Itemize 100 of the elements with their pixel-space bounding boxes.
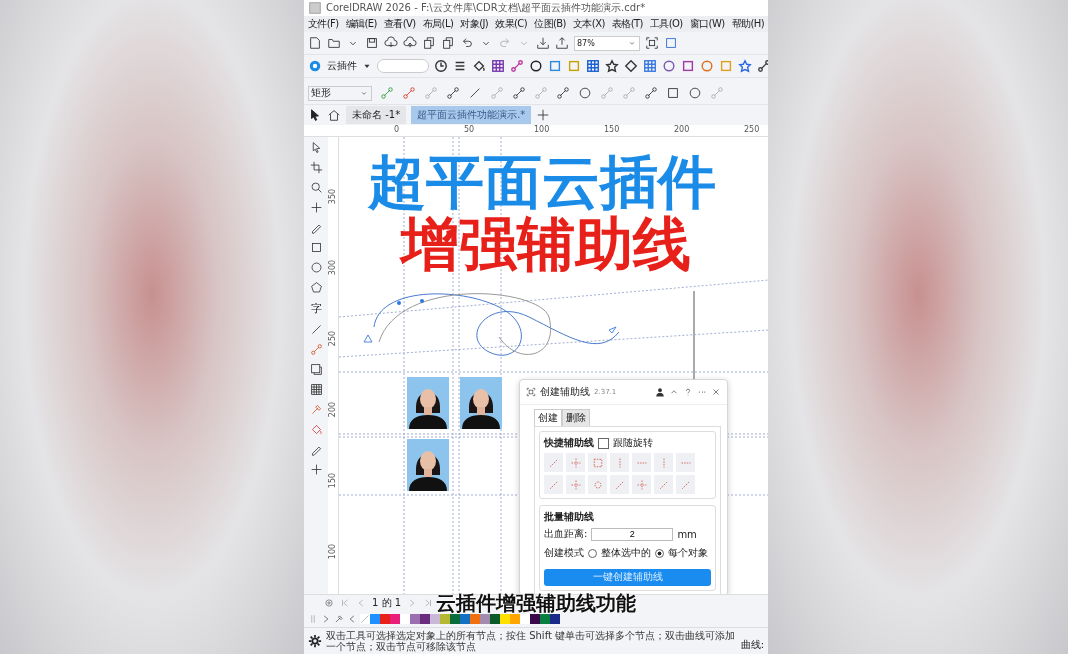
node-icon[interactable] [556, 86, 570, 100]
copy-icon[interactable] [422, 36, 436, 50]
node-icon[interactable] [534, 86, 548, 100]
redo-icon[interactable] [498, 36, 512, 50]
menu-item[interactable]: 对象(J) [460, 17, 489, 31]
plugin-menu[interactable]: 云插件 [327, 59, 357, 73]
eyedropper-icon[interactable] [334, 614, 344, 624]
color-swatch[interactable] [440, 614, 450, 624]
menu-item[interactable]: 窗口(W) [689, 17, 725, 31]
node-icon[interactable] [490, 86, 504, 100]
close-icon[interactable] [711, 387, 721, 397]
ellipse-icon[interactable] [309, 261, 323, 274]
menu-item[interactable]: 位图(B) [534, 17, 566, 31]
color-swatch[interactable] [390, 614, 400, 624]
list-icon[interactable] [453, 59, 467, 73]
cloud-download-icon[interactable] [384, 36, 398, 50]
color-swatch[interactable] [400, 614, 410, 624]
circle-icon[interactable] [529, 59, 543, 73]
line-icon[interactable] [468, 86, 482, 100]
fullscreen-icon[interactable] [645, 36, 659, 50]
node-icon[interactable] [512, 86, 526, 100]
bleed-input[interactable]: 2 [591, 527, 674, 541]
shadow-icon[interactable] [309, 363, 323, 376]
square-icon[interactable] [666, 86, 680, 100]
color-swatch[interactable] [380, 614, 390, 624]
cloud-upload-icon[interactable] [403, 36, 417, 50]
color-swatch[interactable] [410, 614, 420, 624]
panel-icon[interactable] [664, 36, 678, 50]
new-document-icon[interactable] [308, 36, 322, 50]
document-tab[interactable]: 超平面云插件功能演示.* [411, 106, 532, 124]
eyedropper-icon[interactable] [309, 403, 323, 416]
zoom-dropdown[interactable]: 87% [574, 35, 640, 51]
diamond-icon[interactable] [624, 59, 638, 73]
node-icon[interactable] [380, 86, 394, 100]
star-icon[interactable] [605, 59, 619, 73]
star-icon[interactable] [738, 59, 752, 73]
user-icon[interactable] [655, 387, 665, 397]
node-icon[interactable] [644, 86, 658, 100]
color-swatch[interactable] [500, 614, 510, 624]
color-swatch[interactable] [450, 614, 460, 624]
plus-icon[interactable] [309, 463, 323, 476]
color-swatch[interactable] [430, 614, 440, 624]
clock-icon[interactable] [434, 59, 448, 73]
menu-item[interactable]: 效果(C) [495, 17, 528, 31]
menu-item[interactable]: 帮助(H) [731, 17, 764, 31]
square-icon[interactable] [548, 59, 562, 73]
grid-icon[interactable] [586, 59, 600, 73]
zoom-icon[interactable] [309, 181, 323, 194]
open-folder-icon[interactable] [327, 36, 341, 50]
last-page-icon[interactable] [423, 598, 434, 608]
guide-button[interactable] [632, 475, 651, 494]
expand-icon[interactable] [321, 614, 331, 624]
add-page-icon[interactable] [324, 598, 334, 608]
color-swatch[interactable] [540, 614, 550, 624]
text-tool[interactable]: 字 [310, 301, 322, 316]
line-icon[interactable] [309, 323, 323, 336]
radio-button[interactable] [655, 548, 664, 558]
first-page-icon[interactable] [340, 598, 350, 608]
rectangle-icon[interactable] [309, 241, 323, 254]
settings-icon[interactable] [308, 634, 322, 648]
radio-label[interactable]: 整体选中的 [601, 546, 651, 560]
color-swatch[interactable] [370, 614, 380, 624]
node-icon[interactable] [710, 86, 724, 100]
menu-item[interactable]: 布局(L) [422, 17, 454, 31]
checkbox-label[interactable]: 跟随旋转 [613, 436, 653, 450]
copy-icon[interactable] [441, 36, 455, 50]
node-icon[interactable] [402, 86, 416, 100]
square-icon[interactable] [681, 59, 695, 73]
checker-icon[interactable] [309, 383, 323, 396]
menu-item[interactable]: 文本(X) [573, 17, 605, 31]
scroll-left-icon[interactable] [347, 614, 357, 624]
node-icon[interactable] [309, 343, 323, 356]
polygon-icon[interactable] [309, 281, 323, 294]
panel-tab[interactable]: 删除 [562, 409, 590, 426]
object-type-dropdown[interactable]: 矩形 [308, 85, 372, 101]
node-icon[interactable] [600, 86, 614, 100]
save-icon[interactable] [365, 36, 379, 50]
color-swatch[interactable] [490, 614, 500, 624]
menu-item[interactable]: 工具(O) [649, 17, 683, 31]
guide-button[interactable] [566, 475, 585, 494]
node-icon[interactable] [446, 86, 460, 100]
node-icon[interactable] [622, 86, 636, 100]
grid-icon[interactable] [491, 59, 505, 73]
plus-icon[interactable] [309, 201, 323, 214]
undo-icon[interactable] [460, 36, 474, 50]
radio-button[interactable] [588, 548, 597, 558]
import-icon[interactable] [536, 36, 550, 50]
search-field[interactable] [377, 59, 429, 73]
bucket-icon[interactable] [472, 59, 486, 73]
grid-icon[interactable] [643, 59, 657, 73]
document-tab[interactable]: 未命名 -1* [346, 106, 407, 124]
checkbox[interactable] [598, 437, 609, 449]
color-swatch[interactable] [520, 614, 530, 624]
color-swatch[interactable] [480, 614, 490, 624]
color-swatch[interactable] [550, 614, 560, 624]
color-swatch[interactable] [460, 614, 470, 624]
menu-item[interactable]: 查看(V) [384, 17, 416, 31]
crop-icon[interactable] [309, 161, 323, 174]
menu-item[interactable]: 文件(F) [308, 17, 339, 31]
add-tab-icon[interactable] [536, 108, 551, 122]
